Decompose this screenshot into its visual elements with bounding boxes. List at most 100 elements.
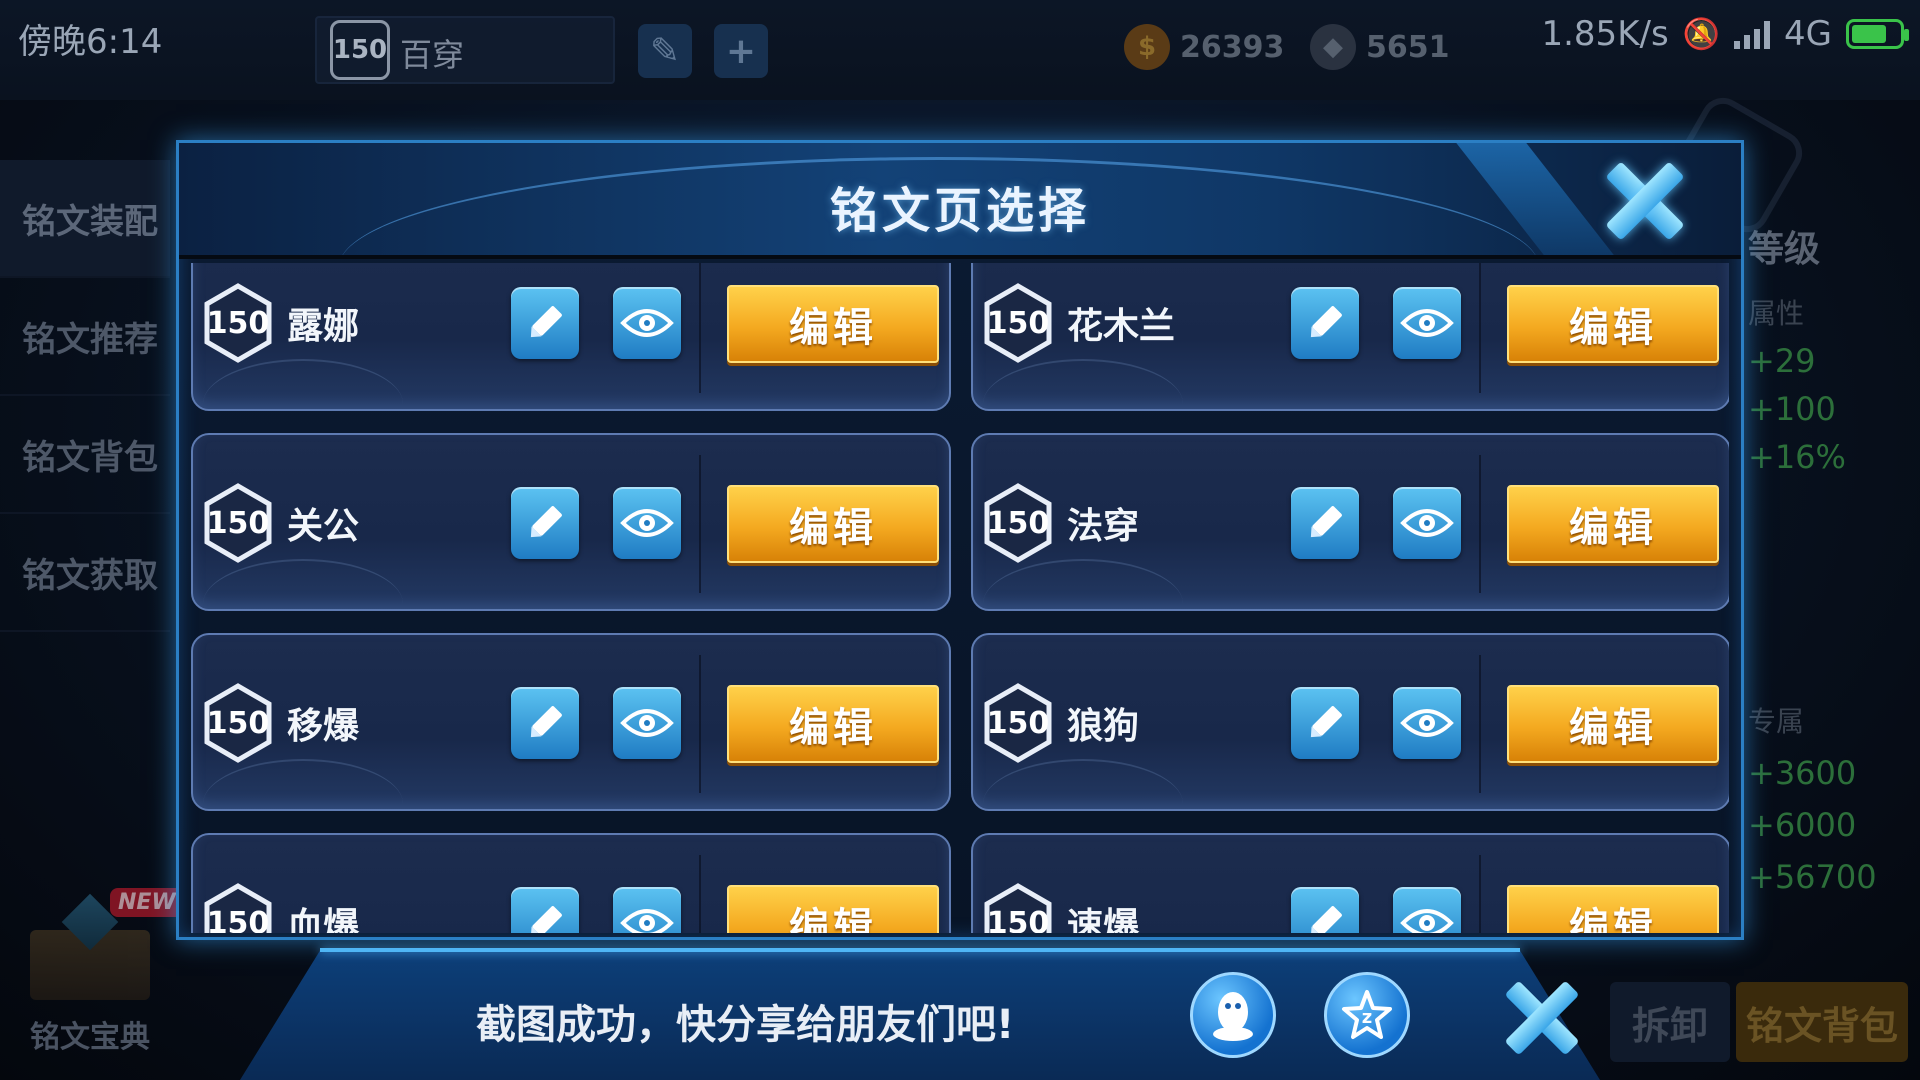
book-icon [30,930,150,1000]
edit-button[interactable]: 编辑 [727,285,939,363]
rename-pencil-icon[interactable] [1291,487,1359,559]
card-decoration [983,359,1183,409]
menu-item-equip[interactable]: 铭文装配 [0,160,170,278]
rename-pencil-icon[interactable] [1291,887,1359,933]
stat-value: +29 [1748,342,1816,380]
card-decoration [203,759,403,809]
player-name: 百穿 [400,36,465,74]
level-badge: 150 [983,883,1053,933]
qq-penguin-icon[interactable] [1190,972,1276,1058]
gem-currency: ◆ 5651 [1310,24,1450,70]
rename-pencil-icon[interactable] [1291,687,1359,759]
menu-item-obtain[interactable]: 铭文获取 [0,514,170,632]
preview-eye-icon[interactable] [1393,687,1461,759]
preview-eye-icon[interactable] [613,487,681,559]
card-divider [699,855,701,933]
card-divider [1479,263,1481,393]
close-icon[interactable] [1502,978,1582,1058]
rename-pencil-icon[interactable] [511,887,579,933]
menu-item-bag[interactable]: 铭文背包 [0,396,170,514]
network-type: 4G [1784,14,1832,54]
card-divider [699,455,701,593]
rune-page-card[interactable]: 150 血爆 编辑 [191,833,951,933]
stat-value: +6000 [1748,806,1857,844]
level-value: 150 [206,905,270,934]
card-divider [699,263,701,393]
card-divider [1479,655,1481,793]
attribute-panel: 等级 属性 +29 +100 +16% [1748,220,1846,476]
preview-eye-icon[interactable] [1393,887,1461,933]
rune-page-name: 法穿 [1067,506,1140,547]
edit-button[interactable]: 编辑 [1507,685,1719,763]
edit-button[interactable]: 编辑 [727,685,939,763]
close-icon[interactable] [1605,161,1685,241]
rune-page-card[interactable]: 150 狼狗 编辑 [971,633,1729,811]
rune-page-card[interactable]: 150 花木兰 编辑 [971,263,1729,411]
left-menu: 铭文装配 铭文推荐 铭文背包 铭文获取 [0,160,170,632]
card-decoration [983,559,1183,609]
level-badge: 150 [983,283,1053,363]
rune-page-card[interactable]: 150 法穿 编辑 [971,433,1729,611]
menu-item-recommend[interactable]: 铭文推荐 [0,278,170,396]
top-bar: 傍晚6:14 150 百穿 ✎ + $ 26393 ◆ 5651 1.85K/s… [0,0,1920,100]
gold-amount: 26393 [1180,29,1285,65]
stat-value: +100 [1748,390,1836,428]
rune-page-card[interactable]: 150 速爆 编辑 [971,833,1729,933]
mute-bell-icon: 🔕 [1682,16,1721,52]
edit-button[interactable]: 编辑 [727,485,939,563]
level-value: 150 [986,905,1050,934]
gold-coin-icon: $ [1124,24,1170,70]
stat-value: +3600 [1748,754,1857,792]
card-decoration [983,759,1183,809]
bag-button[interactable]: 铭文背包 [1736,982,1908,1062]
level-value: 150 [206,705,270,741]
rune-page-name: 血爆 [287,906,360,933]
rune-page-name: 狼狗 [1067,706,1140,747]
gold-currency: $ 26393 [1124,24,1284,70]
gem-icon: ◆ [1310,24,1356,70]
preview-eye-icon[interactable] [613,887,681,933]
rune-page-name: 露娜 [287,306,360,347]
level-value: 150 [206,505,270,541]
new-badge: NEW [110,888,184,917]
dialog-header: 铭文页选择 [179,143,1741,259]
dismantle-button[interactable]: 拆卸 [1610,982,1730,1062]
exclusive-panel: 专属 +3600 +6000 +56700 [1748,700,1877,896]
qzone-star-icon[interactable]: z [1324,972,1410,1058]
card-divider [1479,455,1481,593]
exclusive-label: 专属 [1748,705,1805,738]
rune-page-card[interactable]: 150 露娜 编辑 [191,263,951,411]
rename-pencil-icon[interactable] [511,487,579,559]
level-value: 150 [986,705,1050,741]
level-badge: 150 [203,883,273,933]
rename-pencil-icon[interactable] [511,687,579,759]
edit-name-icon[interactable]: ✎ [638,24,692,78]
edit-button[interactable]: 编辑 [1507,285,1719,363]
codex-label: 铭文宝典 [30,1020,150,1055]
edit-button[interactable]: 编辑 [1507,485,1719,563]
rune-page-card[interactable]: 150 移爆 编辑 [191,633,951,811]
level-badge: 150 [983,683,1053,763]
rename-pencil-icon[interactable] [511,287,579,359]
network-speed: 1.85K/s [1541,14,1669,54]
codex-button[interactable]: NEW 铭文宝典 [20,888,184,1060]
rune-page-list[interactable]: 150 露娜 编辑 150 花木兰 编辑 150 关公 编辑 150 法穿 编辑 150 移爆 编辑 150 狼… [191,263,1729,933]
rune-page-select-dialog: 铭文页选择 150 露娜 编辑 150 花木兰 编辑 150 关公 编辑 150 法穿 编辑 150 移爆… [176,140,1744,940]
preview-eye-icon[interactable] [1393,487,1461,559]
rename-pencil-icon[interactable] [1291,287,1359,359]
add-icon[interactable]: + [714,24,768,78]
gem-amount: 5651 [1366,29,1450,65]
preview-eye-icon[interactable] [613,287,681,359]
level-badge: 150 [203,683,273,763]
share-message: 截图成功，快分享给朋友们吧! [476,1002,1015,1048]
network-info: 1.85K/s 🔕 4G [1541,14,1909,54]
preview-eye-icon[interactable] [613,687,681,759]
rune-page-card[interactable]: 150 关公 编辑 [191,433,951,611]
game-screen: 傍晚6:14 150 百穿 ✎ + $ 26393 ◆ 5651 1.85K/s… [0,0,1920,1080]
level-badge: 150 [983,483,1053,563]
player-level-badge: 150 [330,20,390,80]
battery-charging-icon [1846,19,1909,49]
preview-eye-icon[interactable] [1393,287,1461,359]
edit-button[interactable]: 编辑 [1507,885,1719,933]
edit-button[interactable]: 编辑 [727,885,939,933]
